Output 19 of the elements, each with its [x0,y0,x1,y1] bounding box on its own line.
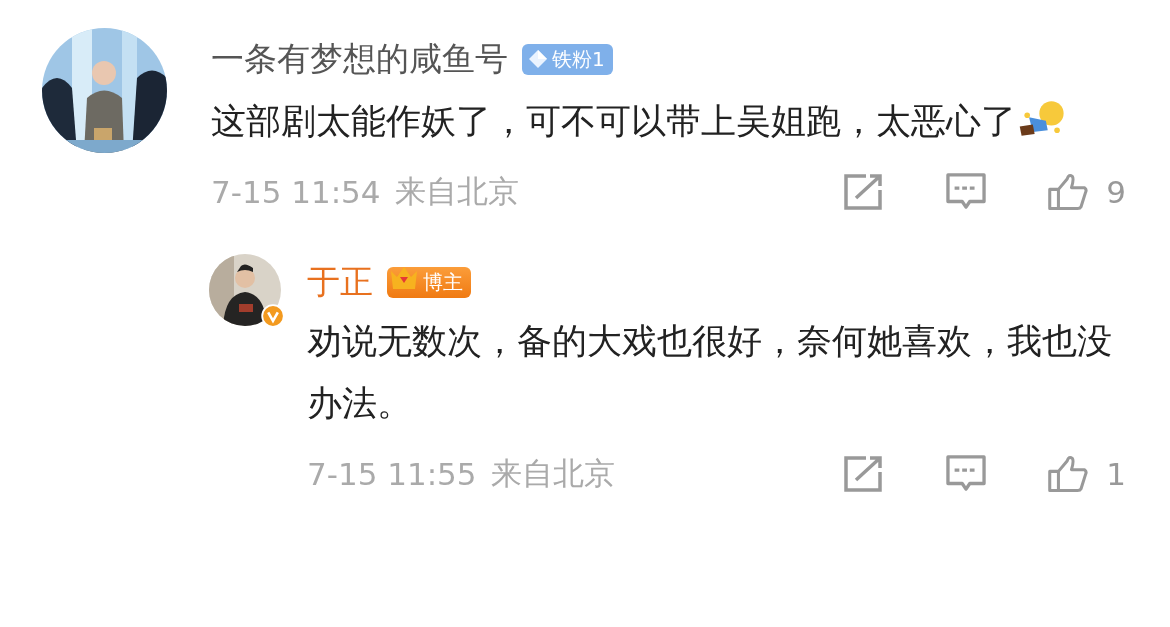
comment-icon[interactable] [946,173,987,211]
badge-label: 博主 [423,268,463,296]
timestamp: 7-15 11:54 [211,174,381,210]
timestamp: 7-15 11:55 [307,456,477,492]
location-label: 来自北京 [490,454,615,493]
like-count: 9 [1106,174,1126,210]
like-icon[interactable] [1048,173,1089,211]
crown-icon [389,265,419,291]
comment-text: 这部剧太能作妖了，可不可以带上吴姐跑，太恶心了 [211,90,1111,152]
like-icon[interactable] [1048,455,1089,493]
badge-label: 铁粉1 [552,45,605,73]
share-icon[interactable] [844,455,885,493]
location-label: 来自北京 [394,172,519,211]
share-icon[interactable] [844,173,885,211]
comment-icon[interactable] [946,455,987,493]
diamond-icon [528,49,548,69]
user-name[interactable]: 一条有梦想的咸鱼号 [211,36,508,82]
reply-text: 劝说无数次，备的大戏也很好，奈何她喜欢，我也没办法。 [307,320,1113,425]
like-count: 1 [1106,456,1126,492]
